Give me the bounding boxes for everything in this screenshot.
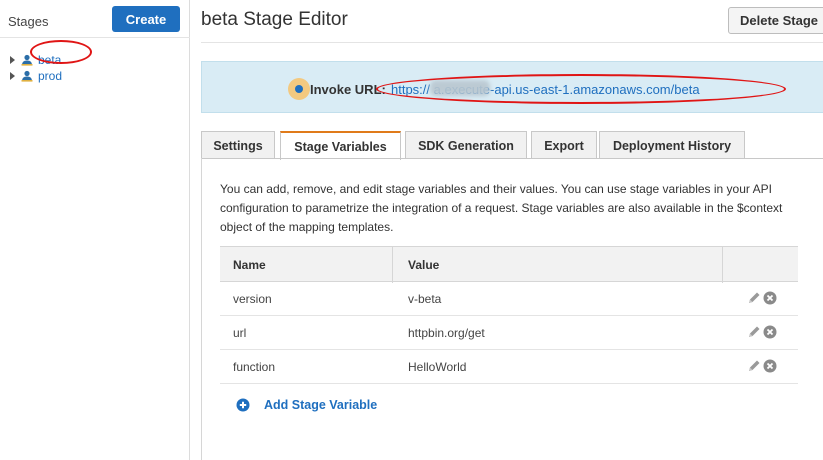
table-row: url httpbin.org/get: [220, 316, 798, 350]
delete-stage-button[interactable]: Delete Stage: [728, 7, 823, 34]
table-row: function HelloWorld: [220, 350, 798, 384]
divider: [201, 42, 823, 43]
column-divider: [722, 247, 723, 283]
add-stage-variable-button[interactable]: Add Stage Variable: [236, 398, 377, 412]
stage-variables-description: You can add, remove, and edit stage vari…: [220, 182, 783, 234]
variable-name: function: [233, 360, 276, 374]
tab-settings[interactable]: Settings: [201, 131, 275, 159]
tab-stage-variables[interactable]: Stage Variables: [280, 131, 401, 160]
pencil-icon[interactable]: [747, 290, 762, 305]
info-dot-icon: [295, 85, 303, 93]
pencil-icon[interactable]: [747, 324, 762, 339]
column-header-value: Value: [408, 258, 440, 272]
user-stage-icon: [21, 70, 33, 82]
add-stage-variable-label[interactable]: Add Stage Variable: [264, 398, 377, 412]
variable-value: httpbin.org/get: [408, 326, 485, 340]
variable-name: url: [233, 326, 247, 340]
table-header: Name Value: [220, 246, 798, 283]
annotation-circle: [376, 74, 786, 104]
row-actions: [747, 358, 777, 373]
invoke-url-label: Invoke URL:: [310, 82, 386, 97]
plus-circle-icon[interactable]: [236, 398, 250, 412]
tab-export[interactable]: Export: [531, 131, 597, 159]
divider: [201, 158, 823, 159]
stage-tabs: Settings Stage Variables SDK Generation …: [201, 131, 823, 160]
stage-item-label[interactable]: prod: [38, 69, 62, 83]
sidebar-title: Stages: [8, 14, 49, 29]
table-row: version v-beta: [220, 282, 798, 316]
row-actions: [747, 290, 777, 305]
tab-sdk-generation[interactable]: SDK Generation: [405, 131, 527, 159]
stages-sidebar: Stages Create beta prod: [0, 0, 190, 460]
page-title: beta Stage Editor: [201, 9, 348, 30]
tab-deployment-history[interactable]: Deployment History: [599, 131, 745, 159]
remove-circle-icon[interactable]: [763, 291, 777, 305]
expand-caret-icon[interactable]: [10, 72, 15, 80]
column-header-name: Name: [233, 258, 266, 272]
divider: [201, 158, 202, 460]
create-stage-button[interactable]: Create: [112, 6, 180, 32]
variable-value: v-beta: [408, 292, 442, 306]
remove-circle-icon[interactable]: [763, 359, 777, 373]
remove-circle-icon[interactable]: [763, 325, 777, 339]
variable-name: version: [233, 292, 272, 306]
row-actions: [747, 324, 777, 339]
expand-caret-icon[interactable]: [10, 56, 15, 64]
stage-variables-table: Name Value version v-beta url httpbin.or…: [220, 246, 798, 384]
sidebar-header: Stages Create: [0, 0, 190, 38]
column-divider: [392, 247, 393, 283]
variable-value: HelloWorld: [408, 360, 467, 374]
stage-item-prod[interactable]: prod: [10, 68, 62, 84]
pencil-icon[interactable]: [747, 358, 762, 373]
annotation-circle: [30, 40, 92, 64]
